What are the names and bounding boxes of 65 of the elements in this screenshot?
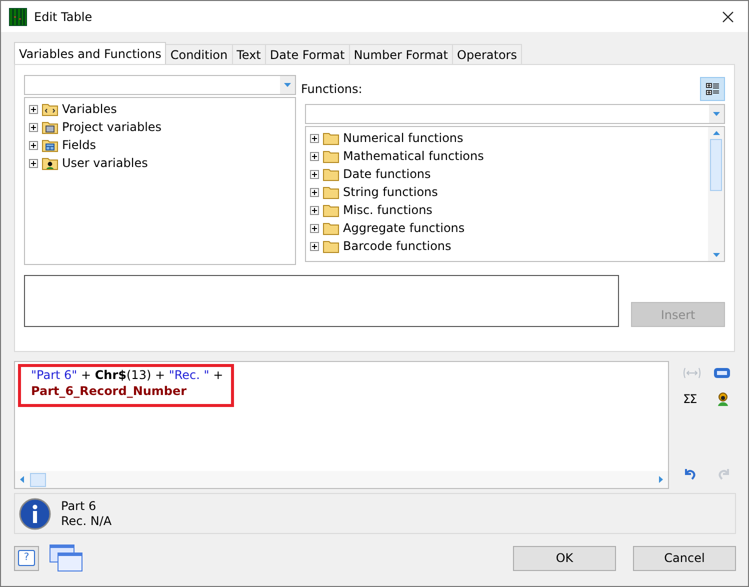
window-title: Edit Table	[34, 10, 94, 24]
expand-icon[interactable]	[310, 170, 319, 178]
tree-item[interactable]: Numerical functions	[310, 129, 704, 147]
scroll-left-icon[interactable]	[20, 476, 24, 483]
keyboard-icon[interactable]	[713, 367, 731, 379]
tree-item[interactable]: User variables	[29, 154, 291, 172]
functions-label: Functions:	[301, 82, 362, 96]
dialog-button[interactable]: Cancel	[633, 546, 736, 570]
dropdown-arrow-icon	[713, 112, 720, 116]
users-icon[interactable]	[715, 391, 731, 407]
tree-item[interactable]: Fields	[29, 136, 291, 154]
scroll-thumb[interactable]	[710, 139, 722, 191]
dropdown-arrow-icon	[284, 83, 291, 87]
help-button[interactable]: ?	[14, 546, 39, 570]
expand-icon[interactable]	[29, 122, 38, 132]
tab[interactable]: Operators	[452, 44, 522, 64]
expand-icon[interactable]	[29, 104, 38, 114]
tree-item[interactable]: Barcode functions	[310, 237, 704, 255]
undo-icon[interactable]	[683, 467, 697, 481]
tree-item[interactable]: Mathematical functions	[310, 147, 704, 165]
expand-icon[interactable]	[310, 134, 319, 142]
tree-item[interactable]: Project variables	[29, 118, 291, 136]
folder-icon	[323, 185, 339, 199]
folder-icon	[323, 131, 339, 145]
info-icon	[19, 498, 51, 530]
vertical-scrollbar[interactable]	[708, 127, 724, 261]
code-line: Part_6_Record_Number	[30, 383, 188, 399]
expand-icon[interactable]	[29, 140, 38, 150]
horizontal-scrollbar[interactable]	[15, 471, 668, 488]
tree-view-button[interactable]	[700, 77, 725, 101]
project-folder-icon	[42, 120, 58, 134]
windows-icon[interactable]	[49, 544, 83, 572]
scroll-right-icon[interactable]	[659, 476, 663, 483]
folder-icon	[323, 221, 339, 235]
expand-icon[interactable]	[310, 188, 319, 196]
scroll-thumb[interactable]	[30, 472, 46, 486]
folder-icon	[323, 167, 339, 181]
expand-icon[interactable]	[310, 242, 319, 250]
close-icon[interactable]	[722, 10, 734, 22]
dialog-button[interactable]: OK	[513, 546, 616, 570]
expand-icon[interactable]	[29, 158, 38, 168]
fields-folder-icon	[42, 138, 58, 152]
expand-icon[interactable]	[310, 152, 319, 160]
scroll-down-icon[interactable]	[712, 253, 720, 257]
expand-icon[interactable]	[310, 206, 319, 214]
tree-item[interactable]: Variables	[29, 100, 291, 118]
tree-list-icon	[706, 82, 720, 96]
code-line: "Part 6" + Chr$(13) + "Rec. " +	[30, 367, 224, 383]
tree-item[interactable]: Misc. functions	[310, 201, 704, 219]
variables-folder-icon	[42, 102, 58, 116]
info-text: Rec. N/A	[61, 514, 112, 528]
tab[interactable]: Variables and Functions	[14, 42, 166, 64]
expand-icon[interactable]	[310, 224, 319, 232]
table-icon	[9, 8, 27, 26]
scroll-up-icon[interactable]	[712, 131, 720, 135]
expression-editor[interactable]: "Part 6" + Chr$(13) + "Rec. " + Part_6_Record_Number	[14, 361, 669, 489]
tree-item[interactable]: String functions	[310, 183, 704, 201]
user-folder-icon	[42, 156, 58, 170]
tree-item[interactable]: Date functions	[310, 165, 704, 183]
folder-icon	[323, 239, 339, 253]
folder-icon	[323, 203, 339, 217]
tree-item[interactable]: Aggregate functions	[310, 219, 704, 237]
sum-button[interactable]: ΣΣ	[683, 392, 696, 406]
folder-icon	[323, 149, 339, 163]
info-text: Part 6	[61, 498, 98, 514]
